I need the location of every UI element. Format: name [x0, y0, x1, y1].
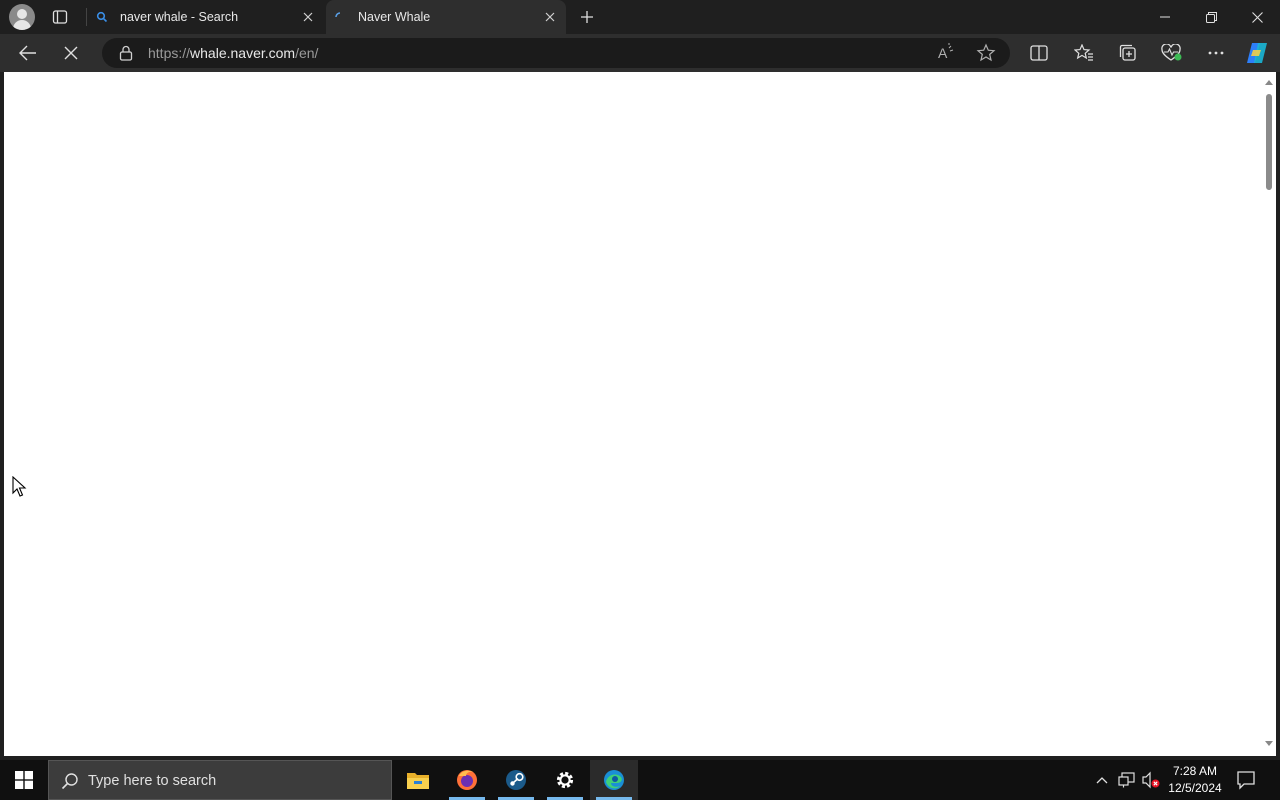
notification-center-icon[interactable] [1236, 770, 1258, 790]
steam-icon[interactable] [492, 760, 540, 800]
taskbar: Type here to search 7:28 AM 12/5/2024 [0, 760, 1280, 800]
tab-naver-whale[interactable]: Naver Whale [326, 0, 566, 34]
loading-spinner-icon [334, 11, 346, 23]
collections-icon[interactable] [1114, 40, 1142, 66]
network-icon[interactable] [1118, 772, 1136, 788]
close-tab-icon[interactable] [300, 9, 316, 25]
lock-icon[interactable] [119, 45, 133, 61]
tab-naver-whale-search[interactable]: naver whale - Search [86, 0, 324, 34]
clock-time: 7:28 AM [1172, 764, 1218, 778]
svg-text:A: A [938, 45, 948, 61]
new-tab-plus-icon[interactable] [576, 6, 598, 28]
scroll-down-arrow-icon[interactable] [1265, 741, 1273, 746]
back-arrow-icon[interactable] [15, 40, 41, 66]
tab-title: Naver Whale [358, 10, 431, 24]
search-icon [96, 11, 108, 23]
search-placeholder: Type here to search [88, 773, 217, 789]
settings-gear-icon[interactable] [541, 760, 589, 800]
mouse-cursor-icon [12, 475, 28, 498]
tab-title: naver whale - Search [120, 10, 239, 24]
taskbar-search-box[interactable]: Type here to search [48, 760, 392, 800]
system-clock[interactable]: 7:28 AM 12/5/2024 [1166, 763, 1224, 797]
screen: naver whale - Search Naver Whale https:/… [0, 0, 1280, 800]
scroll-up-arrow-icon[interactable] [1265, 80, 1273, 85]
page-viewport[interactable] [4, 72, 1276, 756]
show-hidden-icons-chevron-icon[interactable] [1094, 772, 1110, 788]
copilot-icon[interactable] [1243, 40, 1271, 66]
url-path: /en/ [295, 45, 319, 61]
url-scheme: https:// [148, 45, 191, 61]
edge-browser-icon[interactable] [590, 760, 638, 800]
vertical-scrollbar[interactable] [1262, 72, 1276, 756]
url-text[interactable]: https://whale.naver.com/en/ [148, 45, 318, 61]
address-bar[interactable]: https://whale.naver.com/en/ A [102, 38, 1010, 68]
minimize-icon[interactable] [1142, 0, 1188, 34]
read-aloud-icon[interactable]: A [936, 43, 958, 63]
browser-essentials-heart-icon[interactable] [1158, 40, 1186, 66]
title-bar: naver whale - Search Naver Whale [0, 0, 1280, 34]
navigation-bar: https://whale.naver.com/en/ A [0, 34, 1280, 72]
firefox-icon[interactable] [443, 760, 491, 800]
split-screen-icon[interactable] [1025, 40, 1053, 66]
scrollbar-thumb[interactable] [1266, 94, 1272, 190]
add-favorite-star-icon[interactable] [976, 43, 998, 63]
clock-date: 12/5/2024 [1168, 781, 1222, 795]
search-icon [61, 772, 79, 790]
restore-icon[interactable] [1188, 0, 1234, 34]
close-tab-icon[interactable] [542, 9, 558, 25]
stop-loading-icon[interactable] [58, 40, 84, 66]
windows-start-icon[interactable] [0, 760, 48, 800]
tab-actions-icon[interactable] [48, 7, 72, 27]
favorites-icon[interactable] [1070, 40, 1098, 66]
file-explorer-icon[interactable] [394, 760, 442, 800]
more-options-icon[interactable] [1202, 40, 1230, 66]
profile-avatar-icon[interactable] [9, 4, 35, 30]
close-window-icon[interactable] [1234, 0, 1280, 34]
volume-muted-icon[interactable] [1141, 771, 1161, 789]
url-host: whale.naver.com [190, 45, 296, 61]
